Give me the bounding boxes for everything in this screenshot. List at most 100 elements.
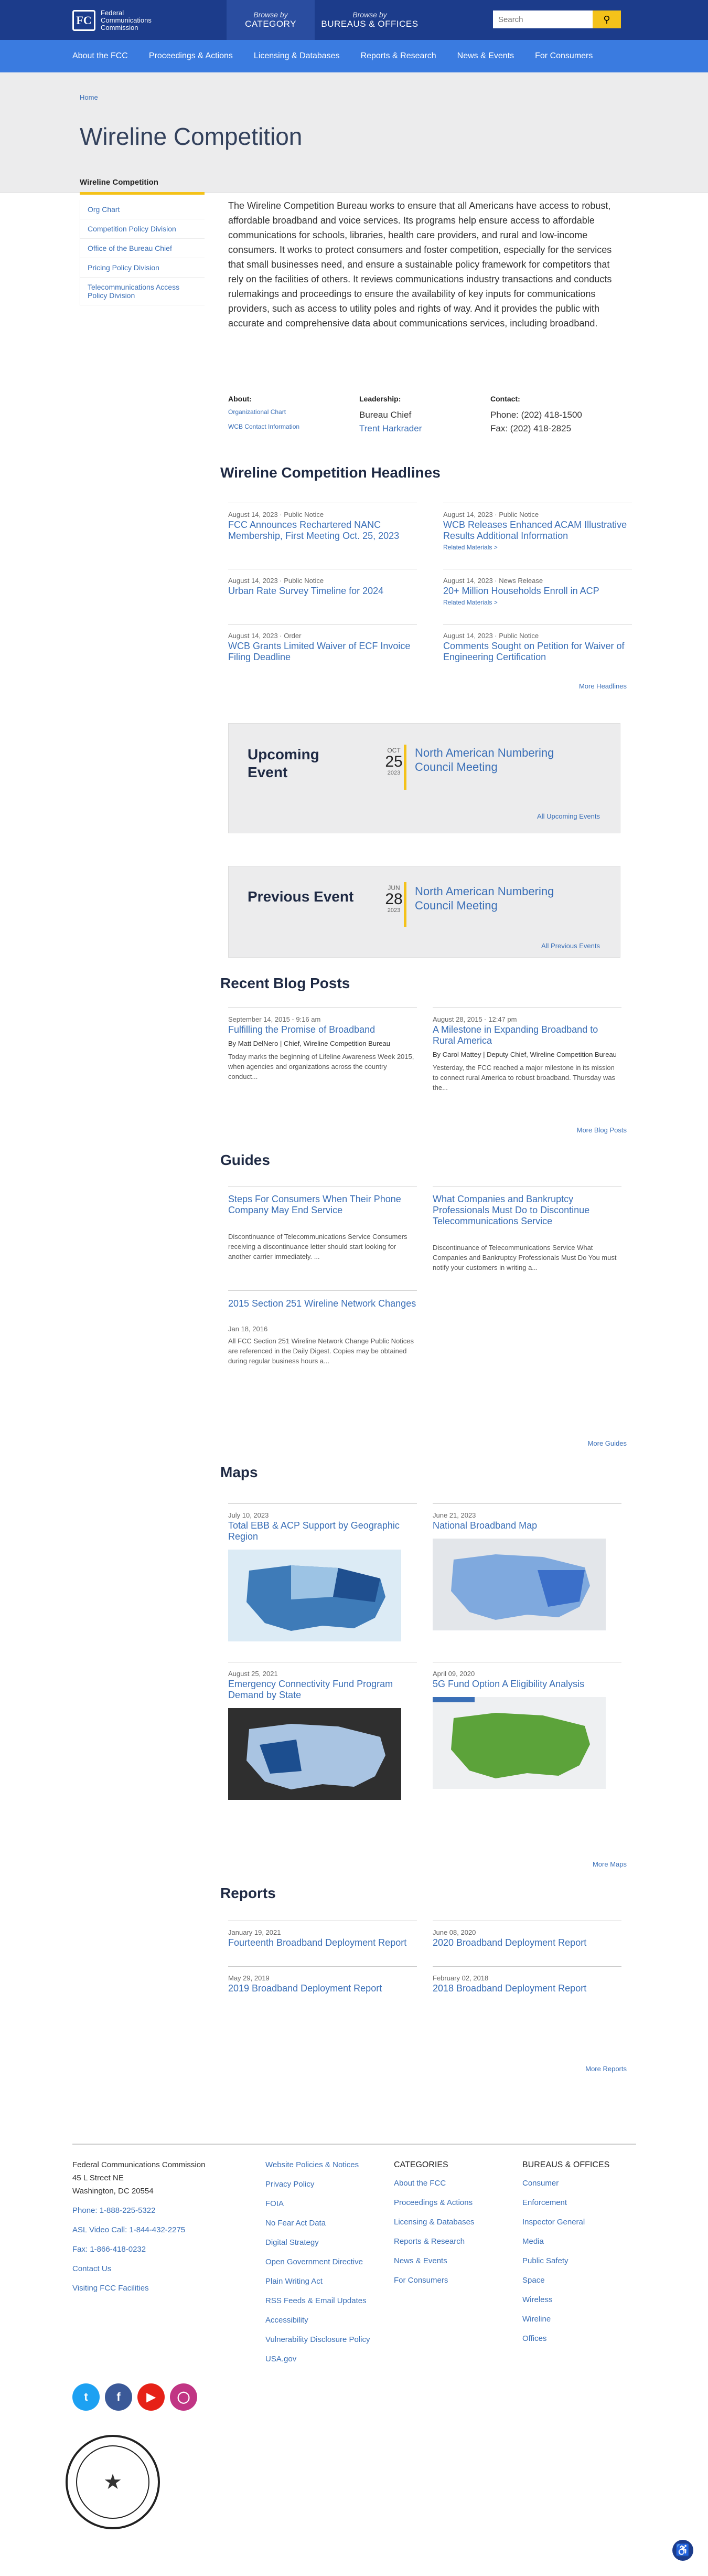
footer-link[interactable]: About the FCC: [394, 2177, 522, 2190]
all-previous-events-link[interactable]: All Previous Events: [541, 942, 600, 950]
footer-link[interactable]: Website Policies & Notices: [265, 2158, 394, 2171]
footer-contact-us-link[interactable]: Contact Us: [72, 2262, 265, 2275]
blog-card: August 28, 2015 - 12:47 pm A Milestone in…: [433, 1008, 621, 1093]
previous-event-box: Previous Event JUN 28 2023 North American …: [228, 866, 620, 958]
accessibility-icon[interactable]: ♿: [672, 2540, 693, 2561]
headline-link[interactable]: Urban Rate Survey Timeline for 2024: [228, 586, 383, 596]
footer-link[interactable]: Reports & Research: [394, 2235, 522, 2248]
sidebar-item-competition-policy[interactable]: Competition Policy Division: [80, 219, 205, 239]
instagram-icon[interactable]: ◯: [170, 2383, 197, 2411]
sidebar-item-bureau-chief[interactable]: Office of the Bureau Chief: [80, 239, 205, 258]
footer-link[interactable]: Wireline: [522, 2313, 627, 2326]
footer-link[interactable]: News & Events: [394, 2254, 522, 2267]
footer-link[interactable]: FOIA: [265, 2197, 394, 2210]
headline-link[interactable]: 20+ Million Households Enroll in ACP: [443, 586, 599, 596]
ebb-acp-map-image[interactable]: [228, 1550, 401, 1641]
headlines-list: August 14, 2023 · Public Notice FCC Annou…: [228, 503, 632, 681]
footer-link[interactable]: Consumer: [522, 2177, 627, 2190]
map-link[interactable]: Emergency Connectivity Fund Program Dema…: [228, 1679, 393, 1700]
leadership-role: Bureau Chief: [359, 410, 412, 420]
social-links: t f ▶ ◯: [72, 2383, 197, 2411]
map-link[interactable]: National Broadband Map: [433, 1520, 537, 1531]
footer-link[interactable]: RSS Feeds & Email Updates: [265, 2294, 394, 2307]
sidebar-title: Wireline Competition: [80, 175, 205, 195]
report-link[interactable]: Fourteenth Broadband Deployment Report: [228, 1937, 406, 1948]
previous-event-link[interactable]: North American Numbering Council Meeting: [415, 884, 572, 913]
footer-link[interactable]: Plain Writing Act: [265, 2275, 394, 2288]
youtube-icon[interactable]: ▶: [137, 2383, 165, 2411]
headline-card: August 14, 2023 · Order WCB Grants Limite…: [228, 624, 417, 663]
blog-link[interactable]: Fulfilling the Promise of Broadband: [228, 1024, 375, 1035]
guide-link[interactable]: 2015 Section 251 Wireline Network Change…: [228, 1298, 416, 1309]
headline-link[interactable]: WCB Releases Enhanced ACAM Illustrative …: [443, 520, 627, 541]
bureau-intro: The Wireline Competition Bureau works to…: [228, 200, 612, 328]
more-blog-posts-link[interactable]: More Blog Posts: [577, 1126, 627, 1134]
report-card: January 19, 2021 Fourteenth Broadband Dep…: [228, 1921, 417, 1948]
footer-visiting-link[interactable]: Visiting FCC Facilities: [72, 2282, 265, 2295]
headline-link[interactable]: Comments Sought on Petition for Waiver o…: [443, 641, 625, 662]
footer-link[interactable]: For Consumers: [394, 2274, 522, 2287]
footer-categories-label: CATEGORIES: [394, 2160, 448, 2169]
map-link[interactable]: 5G Fund Option A Eligibility Analysis: [433, 1679, 584, 1689]
footer-link[interactable]: Privacy Policy: [265, 2178, 394, 2191]
footer-phone-link[interactable]: Phone: 1-888-225-5322: [72, 2204, 265, 2217]
about-label: About:: [228, 395, 252, 403]
footer-link[interactable]: Public Safety: [522, 2254, 627, 2267]
headline-link[interactable]: WCB Grants Limited Waiver of ECF Invoice…: [228, 641, 410, 662]
footer-policy-links: Website Policies & Notices Privacy Polic…: [265, 2158, 394, 2372]
contact-label: Contact:: [490, 395, 520, 403]
sidebar-item-org-chart[interactable]: Org Chart: [80, 200, 205, 219]
more-reports-link[interactable]: More Reports: [585, 2065, 627, 2073]
guide-link[interactable]: Steps For Consumers When Their Phone Com…: [228, 1194, 401, 1215]
maps-list: July 10, 2023 Total EBB & ACP Support by …: [228, 1503, 621, 1820]
headline-card: August 14, 2023 · Public Notice WCB Relea…: [443, 503, 632, 551]
footer-link[interactable]: Enforcement: [522, 2196, 627, 2209]
footer-link[interactable]: Vulnerability Disclosure Policy: [265, 2333, 394, 2346]
national-broadband-map-image[interactable]: [433, 1539, 606, 1630]
guide-link[interactable]: What Companies and Bankruptcy Profession…: [433, 1194, 589, 1226]
report-link[interactable]: 2020 Broadband Deployment Report: [433, 1937, 586, 1948]
upcoming-event-link[interactable]: North American Numbering Council Meeting: [415, 746, 572, 774]
org-chart-link[interactable]: Organizational Chart: [228, 408, 359, 416]
eagle-icon: ★: [76, 2445, 149, 2519]
footer-link[interactable]: Digital Strategy: [265, 2236, 394, 2249]
footer-link[interactable]: Accessibility: [265, 2314, 394, 2327]
footer-link[interactable]: No Fear Act Data: [265, 2217, 394, 2230]
footer-fax-link[interactable]: Fax: 1-866-418-0232: [72, 2243, 265, 2256]
5g-fund-map-image[interactable]: [433, 1697, 606, 1789]
all-upcoming-events-link[interactable]: All Upcoming Events: [537, 812, 600, 820]
headline-link[interactable]: FCC Announces Rechartered NANC Membershi…: [228, 520, 399, 541]
footer-link[interactable]: Media: [522, 2235, 627, 2248]
footer-link[interactable]: Proceedings & Actions: [394, 2196, 522, 2209]
report-link[interactable]: 2018 Broadband Deployment Report: [433, 1983, 586, 1994]
headline-card: August 14, 2023 · Public Notice Comments …: [443, 624, 632, 663]
footer-link[interactable]: Open Government Directive: [265, 2255, 394, 2268]
related-materials-link[interactable]: Related Materials >: [443, 599, 632, 606]
bureau-chief-link[interactable]: Trent Harkrader: [359, 423, 422, 433]
footer-link[interactable]: Wireless: [522, 2293, 627, 2306]
footer-asl-link[interactable]: ASL Video Call: 1-844-432-2275: [72, 2223, 265, 2236]
footer-link[interactable]: USA.gov: [265, 2352, 394, 2366]
headlines-heading: Wireline Competition Headlines: [220, 464, 441, 481]
sidebar-item-pricing-policy[interactable]: Pricing Policy Division: [80, 258, 205, 278]
ecf-demand-map-image[interactable]: [228, 1708, 401, 1800]
footer-link[interactable]: Space: [522, 2274, 627, 2287]
reports-heading: Reports: [220, 1885, 276, 1901]
more-headlines-link[interactable]: More Headlines: [579, 682, 627, 690]
more-maps-link[interactable]: More Maps: [593, 1860, 627, 1868]
facebook-icon[interactable]: f: [105, 2383, 132, 2411]
more-guides-link[interactable]: More Guides: [588, 1439, 627, 1447]
map-link[interactable]: Total EBB & ACP Support by Geographic Re…: [228, 1520, 400, 1542]
footer-link[interactable]: Inspector General: [522, 2215, 627, 2229]
guide-card: Steps For Consumers When Their Phone Com…: [228, 1186, 417, 1273]
footer-link[interactable]: Licensing & Databases: [394, 2215, 522, 2229]
related-materials-link[interactable]: Related Materials >: [443, 544, 632, 551]
blog-link[interactable]: A Milestone in Expanding Broadband to Ru…: [433, 1024, 598, 1046]
reports-list: January 19, 2021 Fourteenth Broadband Dep…: [228, 1921, 621, 2012]
fcc-seal: ★: [66, 2435, 160, 2529]
sidebar-item-telecom-access[interactable]: Telecommunications Access Policy Divisio…: [80, 278, 205, 305]
footer-link[interactable]: Offices: [522, 2332, 627, 2345]
wcb-contact-link[interactable]: WCB Contact Information: [228, 423, 359, 430]
twitter-icon[interactable]: t: [72, 2383, 100, 2411]
report-link[interactable]: 2019 Broadband Deployment Report: [228, 1983, 382, 1994]
